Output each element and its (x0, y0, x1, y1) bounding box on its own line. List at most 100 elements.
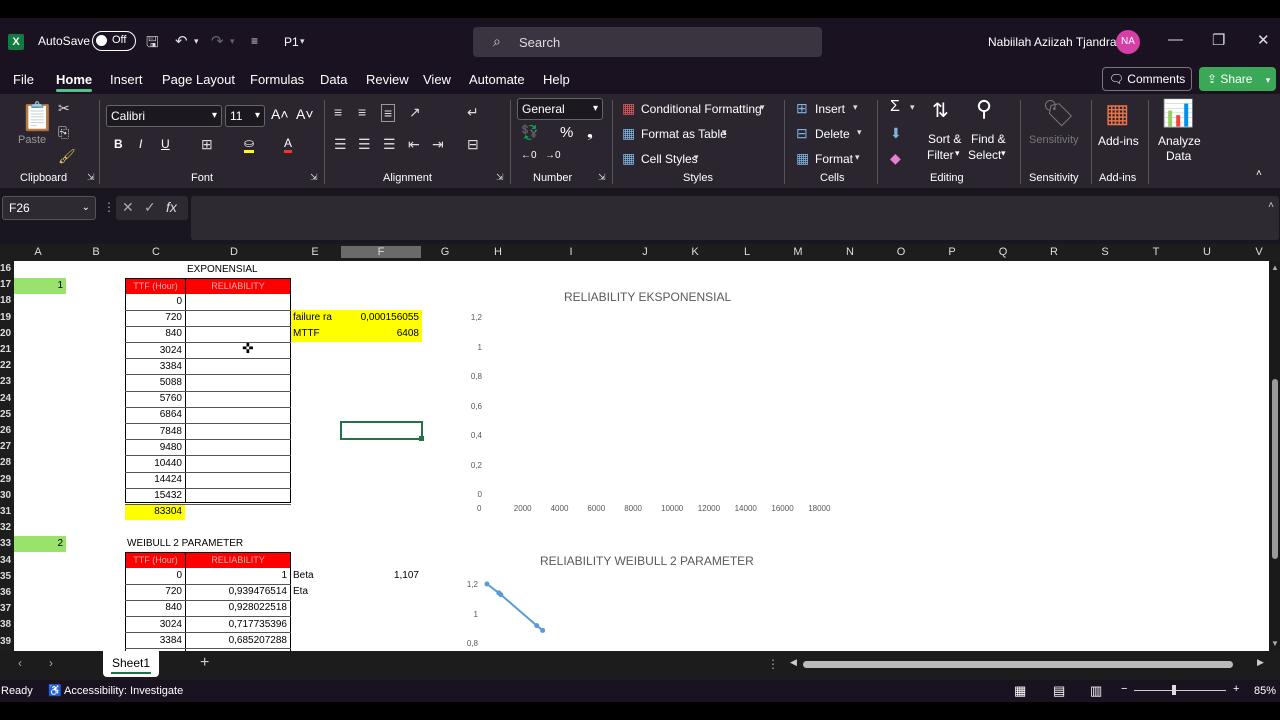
weibull-series-line[interactable] (486, 583, 544, 632)
exp-ttf-cell[interactable]: 720 (126, 310, 185, 326)
enter-icon[interactable]: ✓ (144, 199, 156, 216)
conditional-formatting-icon[interactable]: ▦ (622, 100, 635, 117)
align-right-icon[interactable]: ☰ (383, 136, 396, 153)
zoom-slider-thumb[interactable] (1172, 685, 1176, 695)
column-header-c[interactable]: C (148, 246, 164, 258)
undo-dropdown-icon[interactable]: ▾ (194, 36, 199, 47)
column-header-p[interactable]: P (944, 246, 960, 258)
chart-reliability-eksponensial[interactable]: RELIABILITY EKSPONENSIAL 1,2 1 0,8 0,6 0,4 0,… (444, 281, 844, 521)
comments-button[interactable]: 🗨 Comments (1102, 67, 1192, 91)
beta-value[interactable]: 1,107 (340, 568, 422, 584)
chevron-down-icon[interactable]: ▾ (955, 148, 960, 159)
column-header-e[interactable]: E (307, 246, 323, 258)
row-header-27[interactable]: 27 (0, 441, 14, 452)
zoom-out-icon[interactable]: − (1121, 683, 1127, 695)
row-header-33[interactable]: 33 (0, 538, 14, 549)
weibull-data-point[interactable] (498, 592, 504, 598)
paste-icon[interactable]: 📋 (20, 100, 55, 133)
align-center-icon[interactable]: ☰ (358, 136, 371, 153)
eta-label[interactable]: Eta (293, 584, 333, 600)
insert-cells-icon[interactable]: ⊞ (796, 100, 808, 117)
weibull-title[interactable]: WEIBULL 2 PARAMETER (127, 536, 267, 552)
comma-style-icon[interactable]: ❟ (587, 124, 593, 141)
column-header-q[interactable]: Q (995, 246, 1011, 258)
column-header-v[interactable]: V (1251, 246, 1267, 258)
sort-filter-icon[interactable]: ⇅ (932, 98, 949, 123)
bold-icon[interactable]: B (114, 137, 123, 151)
exp-ttf-cell[interactable]: 5088 (126, 375, 185, 391)
sheet-tab-sheet1[interactable]: Sheet1 (103, 651, 159, 677)
redo-dropdown-icon[interactable]: ▾ (230, 36, 235, 47)
column-header-j[interactable]: J (637, 246, 653, 258)
search-box[interactable]: ⌕ Search (473, 27, 822, 57)
sort-filter-label-2[interactable]: Filter (927, 148, 954, 162)
row-header-19[interactable]: 19 (0, 312, 14, 323)
chevron-down-icon[interactable]: ▾ (853, 102, 858, 113)
alignment-launcher-icon[interactable]: ⇲ (496, 172, 504, 183)
exponensial-title[interactable]: EXPONENSIAL (187, 262, 267, 278)
cell-styles-icon[interactable]: ▦ (622, 150, 635, 167)
row-header-26[interactable]: 26 (0, 425, 14, 436)
column-header-t[interactable]: T (1148, 246, 1164, 258)
minimize-icon[interactable]: — (1168, 31, 1183, 48)
chevron-down-icon[interactable]: ▾ (910, 102, 915, 113)
add-sheet-button[interactable]: + (200, 654, 209, 672)
horizontal-scroll-thumb[interactable] (803, 661, 1233, 668)
font-launcher-icon[interactable]: ⇲ (310, 172, 318, 183)
autosum-icon[interactable]: Σ (890, 98, 900, 116)
weibull-ttf-cell[interactable]: 840 (126, 600, 185, 616)
exp-sum-cell[interactable]: 83304 (125, 504, 185, 520)
expand-formula-bar-icon[interactable]: ˄ (1268, 200, 1274, 211)
normal-view-icon[interactable]: ▦ (1014, 683, 1026, 699)
font-size-combo[interactable]: 11 ▾ (225, 105, 265, 127)
next-sheet-icon[interactable]: › (49, 656, 53, 670)
number-format-combo[interactable]: General ▾ (517, 98, 603, 120)
accounting-format-icon[interactable]: 💱 (521, 124, 538, 141)
tab-splitter-icon[interactable]: ⋮ (767, 657, 779, 671)
chevron-down-icon[interactable]: ▾ (722, 127, 727, 138)
clipboard-launcher-icon[interactable]: ⇲ (87, 172, 95, 183)
find-select-label-2[interactable]: Select (968, 148, 1001, 162)
save-icon[interactable]: 🖫 (146, 32, 159, 57)
chevron-down-icon[interactable]: ▾ (760, 102, 765, 113)
avatar[interactable]: NA (1116, 30, 1140, 54)
format-cells-button[interactable]: Format (815, 152, 853, 166)
cancel-icon[interactable]: ✕ (122, 199, 134, 216)
exp-ttf-cell[interactable]: 14424 (126, 472, 185, 488)
column-header-h[interactable]: H (490, 246, 506, 258)
page-break-view-icon[interactable]: ▥ (1090, 683, 1102, 699)
sensitivity-button[interactable]: Sensitivity (1029, 134, 1079, 146)
column-header-o[interactable]: O (893, 246, 909, 258)
delete-cells-button[interactable]: Delete (815, 127, 850, 141)
fill-color-icon[interactable]: ⛀ (244, 136, 255, 153)
column-header-b[interactable]: B (88, 246, 104, 258)
exp-ttf-cell[interactable]: 9480 (126, 440, 185, 456)
zoom-in-icon[interactable]: + (1233, 683, 1239, 695)
column-header-s[interactable]: S (1097, 246, 1113, 258)
scroll-right-icon[interactable]: ▶ (1257, 657, 1264, 668)
tab-page-layout[interactable]: Page Layout (162, 72, 235, 87)
borders-icon[interactable]: ⊞ (201, 136, 213, 153)
column-header-u[interactable]: U (1199, 246, 1215, 258)
column-header-i[interactable]: I (563, 246, 579, 258)
scroll-left-icon[interactable]: ◀ (790, 657, 797, 668)
number-launcher-icon[interactable]: ⇲ (598, 172, 606, 183)
row-header-16[interactable]: 16 (0, 263, 14, 274)
decrease-decimal-icon[interactable]: →0 (545, 150, 561, 161)
tab-file[interactable]: File (13, 72, 34, 87)
vertical-scrollbar[interactable]: ▲ ▼ (1269, 261, 1280, 651)
column-header-f[interactable]: F (341, 246, 421, 258)
row-header-20[interactable]: 20 (0, 328, 14, 339)
row-header-29[interactable]: 29 (0, 474, 14, 485)
redo-icon[interactable]: ↷ (211, 32, 224, 50)
customize-qat-icon[interactable]: ≡ (251, 34, 258, 48)
wrap-text-icon[interactable]: ↵ (467, 104, 479, 121)
find-select-icon[interactable]: ⚲ (976, 96, 992, 122)
restore-icon[interactable]: ❐ (1212, 31, 1225, 49)
name-box[interactable]: F26 ⌄ (2, 196, 96, 220)
row-header-23[interactable]: 23 (0, 376, 14, 387)
orientation-icon[interactable]: ↗ (409, 104, 421, 121)
row-header-38[interactable]: 38 (0, 619, 14, 630)
row-header-31[interactable]: 31 (0, 506, 14, 517)
format-painter-icon[interactable]: 🖌 (58, 148, 76, 165)
